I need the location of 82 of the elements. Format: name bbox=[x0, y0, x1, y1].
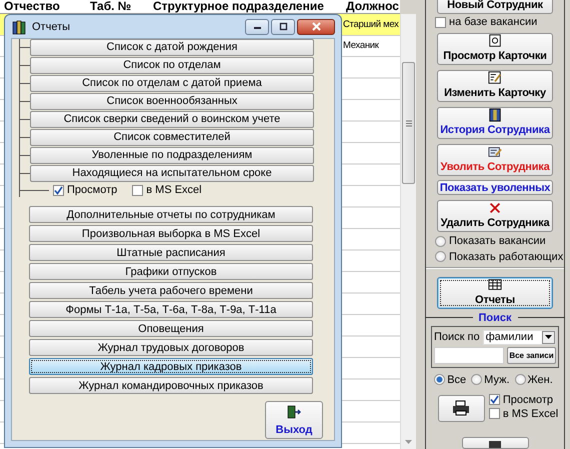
checkbox[interactable] bbox=[435, 16, 446, 28]
window-title: Отчеты bbox=[32, 20, 72, 32]
button[interactable]: Отчеты bbox=[437, 276, 553, 309]
notebook-icon bbox=[487, 145, 503, 160]
scrollbar[interactable] bbox=[400, 14, 416, 449]
checkbox-label: в MS Excel bbox=[502, 408, 558, 420]
report-button[interactable]: Журнал командировочных приказов bbox=[29, 377, 313, 394]
radio-button[interactable] bbox=[434, 374, 446, 386]
button[interactable]: Уволить Сотрудника bbox=[437, 144, 553, 176]
button[interactable]: История Сотрудника bbox=[437, 107, 553, 140]
report-button[interactable]: Дополнительные отчеты по сотрудникам bbox=[29, 206, 313, 223]
maximize-button[interactable] bbox=[271, 18, 295, 34]
close-icon bbox=[312, 22, 320, 31]
cross-icon bbox=[487, 201, 503, 216]
report-button[interactable]: Список по отделам с датой приема bbox=[30, 74, 314, 92]
report-button[interactable]: Штатные расписания bbox=[29, 244, 313, 261]
radio-button[interactable] bbox=[471, 374, 482, 386]
radio-label: Все bbox=[447, 374, 466, 386]
report-button[interactable]: Находящиеся на испытательном сроке bbox=[30, 164, 314, 182]
print-button[interactable] bbox=[438, 394, 485, 422]
search-field-dropdown[interactable]: фамилии bbox=[482, 330, 556, 345]
button[interactable]: Просмотр Карточки bbox=[437, 33, 553, 66]
checkbox[interactable] bbox=[53, 184, 64, 196]
grid-icon bbox=[487, 278, 503, 292]
report-button[interactable]: Список сверки сведений о воинском учете bbox=[30, 110, 314, 128]
report-button[interactable]: Список с датой рождения bbox=[30, 38, 314, 56]
book-icon bbox=[487, 108, 503, 122]
button[interactable] bbox=[462, 436, 528, 449]
card-icon bbox=[487, 34, 503, 48]
search-field[interactable] bbox=[434, 346, 504, 364]
report-button[interactable]: Журнал кадровых приказов bbox=[29, 358, 313, 375]
radio-button[interactable] bbox=[514, 374, 526, 386]
button[interactable]: Показать уволенных bbox=[437, 180, 553, 196]
check-icon bbox=[54, 186, 63, 194]
report-button[interactable]: Журнал трудовых договоров bbox=[29, 339, 313, 356]
all-records-button[interactable]: Все записи bbox=[507, 346, 556, 364]
report-button[interactable]: Табель учета рабочего времени bbox=[29, 282, 313, 299]
report-button[interactable]: Формы Т-1а, Т-5а, Т-6а, Т-8а, Т-9а, Т-11а bbox=[29, 301, 313, 318]
checkbox-label: на базе вакансии bbox=[449, 16, 538, 28]
caret-icon bbox=[545, 335, 552, 340]
radio-label: Муж. bbox=[484, 374, 510, 386]
checkbox[interactable] bbox=[488, 408, 500, 420]
report-button[interactable]: Список совместителей bbox=[30, 128, 314, 146]
column-header[interactable]: Структурное подразделение bbox=[149, 0, 342, 13]
exit-button[interactable]: Выход bbox=[265, 401, 323, 439]
column-header[interactable]: Таб. № bbox=[86, 0, 149, 13]
radio-button[interactable] bbox=[435, 251, 446, 262]
field-label: Поиск по bbox=[434, 331, 480, 344]
table-cell: Механик bbox=[342, 40, 379, 52]
radio-button[interactable] bbox=[435, 236, 446, 247]
minimize-button[interactable] bbox=[245, 18, 269, 34]
column-header[interactable]: Отчество bbox=[0, 0, 86, 13]
checkbox-label: Просмотр bbox=[67, 184, 118, 196]
grip-icon bbox=[406, 120, 412, 126]
button[interactable]: Изменить Карточку bbox=[437, 70, 553, 102]
radio-label: Показать работающих bbox=[449, 250, 564, 263]
checkbox[interactable] bbox=[132, 184, 144, 196]
radio-label: Жен. bbox=[528, 374, 553, 386]
report-button[interactable]: Уволенные по подразделениям bbox=[30, 146, 314, 164]
column-header[interactable]: Должнос bbox=[342, 0, 400, 13]
radio-label: Показать вакансии bbox=[449, 235, 546, 248]
checkbox-label: в MS Excel bbox=[146, 184, 202, 196]
close-button[interactable] bbox=[297, 18, 335, 34]
table-cell: Старший мех bbox=[342, 18, 399, 30]
group-title: Поиск bbox=[478, 312, 512, 324]
down-arrow-icon bbox=[405, 440, 412, 444]
button-icon bbox=[488, 440, 502, 448]
maximize-icon bbox=[278, 22, 288, 31]
printer-icon bbox=[452, 400, 470, 416]
button[interactable]: Новый Сотрудник bbox=[437, 0, 553, 14]
report-button[interactable]: Графики отпусков bbox=[29, 263, 313, 280]
report-button[interactable]: Произвольная выборка в MS Excel bbox=[29, 225, 313, 242]
check-icon bbox=[490, 395, 499, 404]
checkbox[interactable] bbox=[488, 394, 500, 406]
pencil-icon bbox=[487, 71, 503, 86]
exit-door-icon bbox=[287, 405, 301, 419]
report-button[interactable]: Оповещения bbox=[29, 320, 313, 337]
books-icon bbox=[12, 18, 28, 34]
report-button[interactable]: Список по отделам bbox=[30, 56, 314, 74]
button[interactable]: Удалить Сотрудника bbox=[437, 200, 553, 232]
checkbox-label: Просмотр bbox=[502, 394, 554, 406]
report-button[interactable]: Список военнообязанных bbox=[30, 92, 314, 110]
